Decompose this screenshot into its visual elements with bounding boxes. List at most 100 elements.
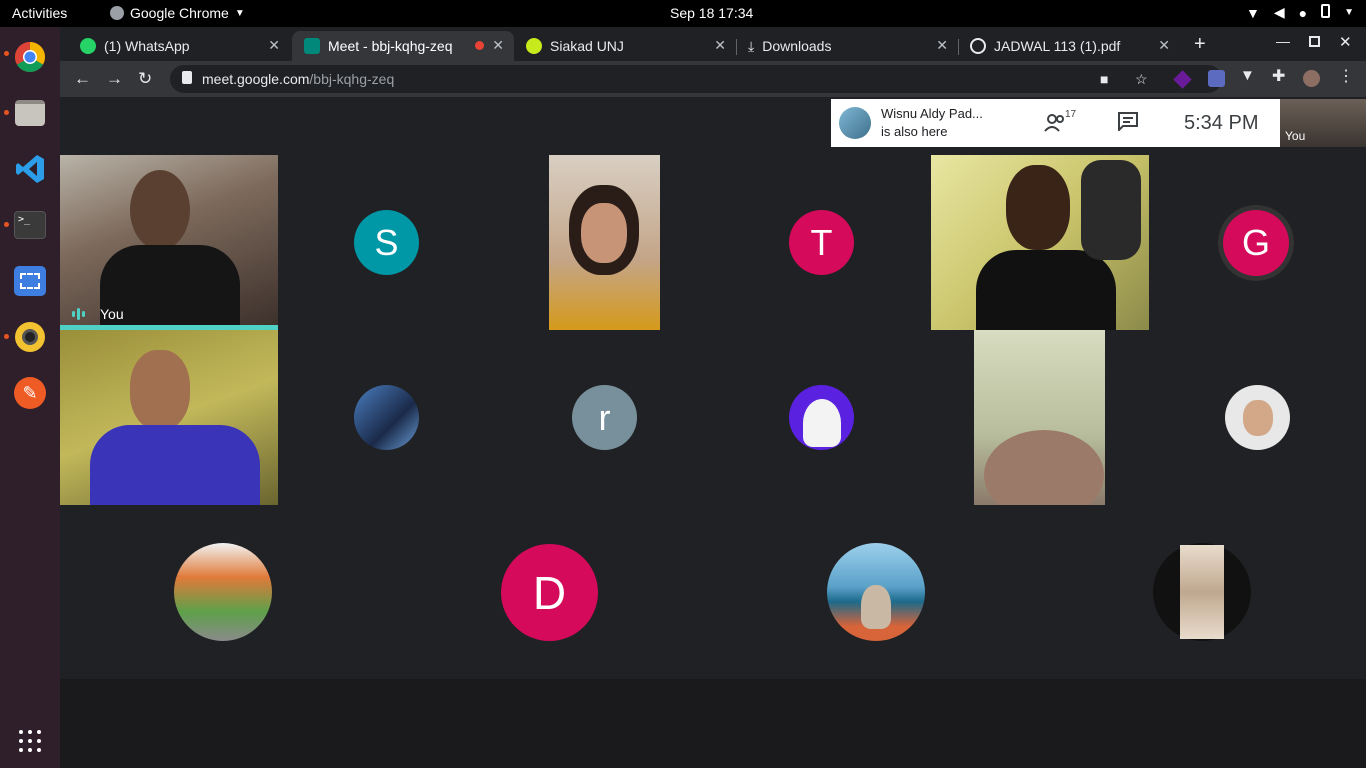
battery-icon[interactable] <box>1321 4 1331 21</box>
participant-tile-video[interactable] <box>931 155 1149 330</box>
participant-tile-video[interactable] <box>974 330 1105 505</box>
folder-icon <box>15 100 45 126</box>
lock-icon <box>182 71 192 84</box>
participant-avatar-r[interactable]: r <box>572 385 637 450</box>
close-icon[interactable]: ✕ <box>492 37 504 54</box>
self-view-thumbnail[interactable]: You <box>1280 99 1366 147</box>
bottom-controls-area <box>60 679 1366 768</box>
notice-name: Wisnu Aldy Pad... <box>881 106 983 121</box>
participant-avatar-g[interactable]: G <box>1218 205 1294 281</box>
close-icon[interactable]: ✕ <box>268 37 280 54</box>
video-feed <box>130 170 190 250</box>
meet-stage: Wisnu Aldy Pad... is also here 17 5:34 P… <box>60 97 1366 768</box>
chrome-dock-icon[interactable] <box>11 38 49 76</box>
forward-icon[interactable]: → <box>106 69 123 89</box>
chevron-down-icon: ▼ <box>234 7 245 19</box>
tab-strip: (1) WhatsApp ✕ Meet - bbj-kqhg-zeq ✕ Sia… <box>60 27 1366 61</box>
tab-label: JADWAL 113 (1).pdf <box>994 38 1121 54</box>
video-feed <box>90 425 260 505</box>
microphone-icon[interactable]: ● <box>1299 5 1307 21</box>
notice-text: is also here <box>881 124 948 139</box>
running-indicator <box>4 334 9 339</box>
app-menu[interactable]: Google Chrome ▼ <box>110 5 245 21</box>
running-indicator <box>4 110 9 115</box>
activities-button[interactable]: Activities <box>12 5 67 21</box>
url-text: meet.google.com/bbj-kqhg-zeq <box>202 71 395 87</box>
participant-avatar-t[interactable]: T <box>789 210 854 275</box>
terminal-dock-icon[interactable]: >_ <box>11 206 49 244</box>
tab-meet[interactable]: Meet - bbj-kqhg-zeq ✕ <box>292 31 514 61</box>
tab-label: (1) WhatsApp <box>104 38 190 54</box>
video-feed <box>130 350 190 430</box>
address-bar[interactable]: meet.google.com/bbj-kqhg-zeq ■ ☆ <box>170 65 1222 93</box>
clock[interactable]: Sep 18 17:34 <box>670 5 753 21</box>
video-feed <box>1006 165 1070 250</box>
volume-icon[interactable]: ◀ <box>1274 4 1285 21</box>
participant-avatar-photo[interactable] <box>354 385 419 450</box>
meet-top-bar: Wisnu Aldy Pad... is also here 17 5:34 P… <box>60 97 1366 155</box>
tab-label: Siakad UNJ <box>550 38 624 54</box>
participant-avatar-d[interactable]: D <box>501 544 598 641</box>
rhythmbox-dock-icon[interactable] <box>11 318 49 356</box>
close-window-button[interactable]: ✕ <box>1339 33 1352 51</box>
participant-avatar-photo[interactable] <box>1153 543 1251 641</box>
video-feed <box>1081 160 1141 260</box>
participant-tile-self[interactable]: You <box>60 155 278 330</box>
whatsapp-icon <box>80 38 96 54</box>
puzzle-icon[interactable]: ✚ <box>1272 66 1289 85</box>
video-feed <box>984 430 1104 505</box>
back-icon[interactable]: ← <box>74 69 91 89</box>
restore-button[interactable] <box>1309 36 1320 47</box>
new-tab-button[interactable]: + <box>1194 33 1206 56</box>
vscode-icon <box>16 155 44 183</box>
running-indicator <box>4 222 9 227</box>
vscode-dock-icon[interactable] <box>11 150 49 188</box>
tab-whatsapp[interactable]: (1) WhatsApp ✕ <box>68 31 290 61</box>
camera-icon[interactable]: ■ <box>1100 71 1108 87</box>
tab-label: Downloads <box>762 38 832 54</box>
chat-icon[interactable] <box>1117 111 1139 133</box>
tab-jadwal-pdf[interactable]: JADWAL 113 (1).pdf ✕ <box>958 31 1180 61</box>
participant-avatar-s[interactable]: S <box>354 210 419 275</box>
extension-blue-icon[interactable] <box>1208 70 1225 87</box>
close-icon[interactable]: ✕ <box>1158 37 1170 54</box>
bookmark-star-icon[interactable]: ☆ <box>1135 71 1148 88</box>
show-applications-icon[interactable] <box>19 730 41 752</box>
video-feed <box>976 250 1116 330</box>
participant-name: You <box>100 306 124 322</box>
system-menu-chevron-icon[interactable]: ▼ <box>1344 7 1354 18</box>
app-name: Google Chrome <box>130 5 229 21</box>
screenshot-icon <box>14 266 46 296</box>
extension-v-icon[interactable]: ▼ <box>1240 67 1257 84</box>
tab-downloads[interactable]: ⤓ Downloads ✕ <box>736 31 958 61</box>
participant-count: 17 <box>1065 109 1077 120</box>
participant-tile-video[interactable] <box>549 155 660 330</box>
close-icon[interactable]: ✕ <box>936 37 948 54</box>
screenshot-dock-icon[interactable] <box>11 262 49 300</box>
system-top-bar: Activities Google Chrome ▼ Sep 18 17:34 … <box>0 0 1366 27</box>
chrome-icon <box>14 41 46 73</box>
participant-avatar-photo[interactable] <box>789 385 854 450</box>
postman-dock-icon[interactable]: ✎ <box>11 374 49 412</box>
tab-label: Meet - bbj-kqhg-zeq <box>328 38 453 54</box>
participant-avatar-photo[interactable] <box>174 543 272 641</box>
participant-avatar-photo[interactable] <box>1225 385 1290 450</box>
participant-avatar-photo[interactable] <box>827 543 925 641</box>
tab-siakad[interactable]: Siakad UNJ ✕ <box>514 31 736 61</box>
participant-tile-video[interactable] <box>60 330 278 505</box>
wifi-icon[interactable]: ▼ <box>1246 5 1260 21</box>
postman-icon: ✎ <box>14 377 46 409</box>
minimize-button[interactable]: — <box>1276 33 1290 49</box>
chrome-small-icon <box>110 6 124 20</box>
more-menu-icon[interactable]: ⋮ <box>1338 66 1355 85</box>
files-dock-icon[interactable] <box>11 94 49 132</box>
video-feed <box>581 203 627 263</box>
profile-avatar[interactable] <box>1303 70 1320 87</box>
terminal-icon: >_ <box>14 211 46 239</box>
close-icon[interactable]: ✕ <box>714 37 726 54</box>
speaker-icon <box>15 322 45 352</box>
download-icon: ⤓ <box>748 37 755 54</box>
audio-level-icon <box>72 308 85 320</box>
browser-toolbar: ← → ↻ meet.google.com/bbj-kqhg-zeq ■ ☆ ▼… <box>60 61 1366 97</box>
reload-icon[interactable]: ↻ <box>138 69 152 89</box>
